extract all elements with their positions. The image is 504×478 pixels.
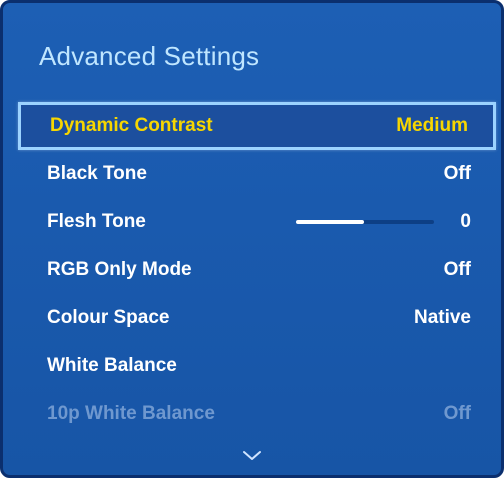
settings-list: Dynamic Contrast Medium Black Tone Off F…: [18, 102, 496, 438]
menu-item-value: Off: [443, 403, 471, 424]
flesh-tone-slider[interactable]: [296, 220, 435, 224]
menu-item-label: RGB Only Mode: [47, 259, 192, 280]
menu-item-value: Off: [443, 259, 471, 280]
menu-item-black-tone[interactable]: Black Tone Off: [18, 150, 496, 198]
menu-item-label: Flesh Tone: [47, 211, 146, 232]
menu-item-value: Medium: [396, 115, 468, 136]
menu-item-label: Dynamic Contrast: [50, 115, 213, 136]
menu-title: Advanced Settings: [39, 41, 260, 71]
menu-item-value: Native: [413, 307, 471, 328]
menu-item-value: Off: [443, 163, 471, 184]
menu-item-label: White Balance: [47, 355, 177, 376]
flesh-tone-control[interactable]: 0: [296, 211, 471, 233]
menu-item-label: 10p White Balance: [47, 403, 215, 424]
chevron-down-icon: [243, 450, 261, 460]
menu-item-rgb-only-mode[interactable]: RGB Only Mode Off: [18, 246, 496, 294]
menu-item-value: 0: [460, 211, 471, 232]
menu-item-dynamic-contrast[interactable]: Dynamic Contrast Medium: [18, 102, 496, 150]
advanced-settings-menu: Advanced Settings Dynamic Contrast Mediu…: [0, 0, 504, 478]
menu-item-colour-space[interactable]: Colour Space Native: [18, 294, 496, 342]
menu-item-white-balance[interactable]: White Balance: [18, 342, 496, 390]
menu-item-10p-white-balance: 10p White Balance Off: [18, 390, 496, 438]
flesh-tone-slider-fill: [296, 220, 365, 224]
scroll-down-button[interactable]: [240, 447, 264, 463]
menu-item-label: Colour Space: [47, 307, 170, 328]
menu-item-label: Black Tone: [47, 163, 147, 184]
menu-item-flesh-tone[interactable]: Flesh Tone 0: [18, 198, 496, 246]
